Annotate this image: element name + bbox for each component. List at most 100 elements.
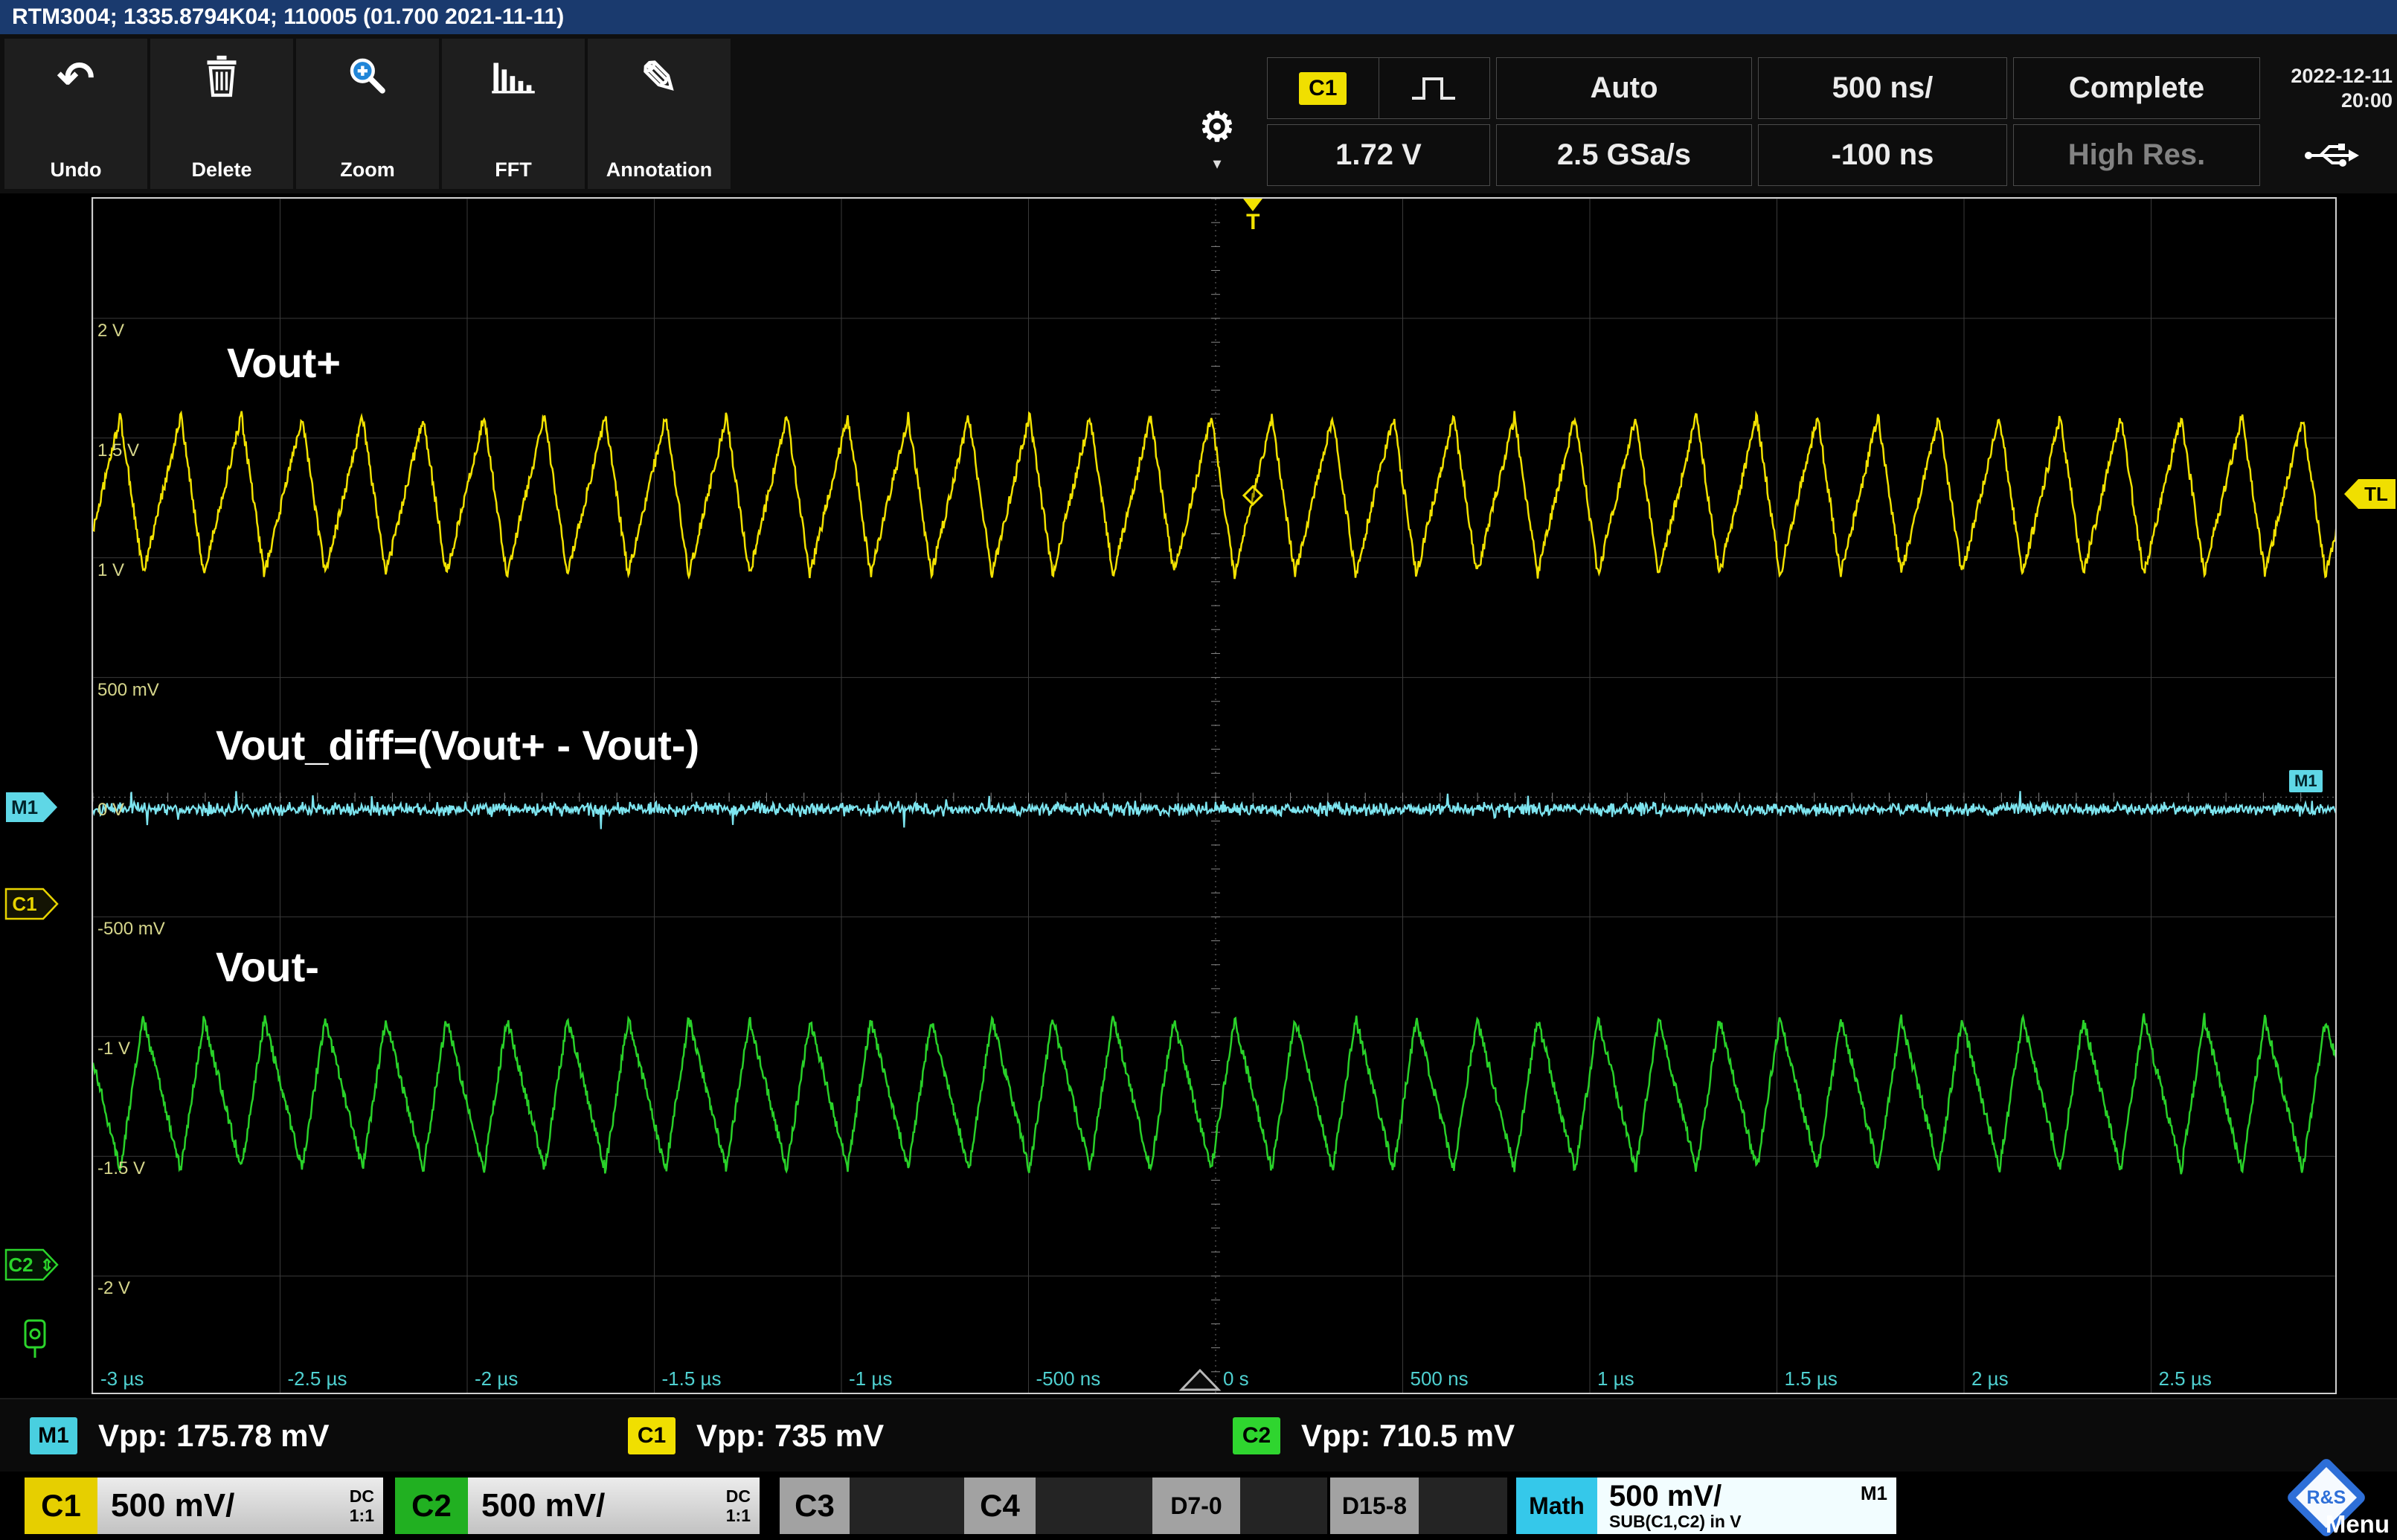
measurement-bar: M1 Vpp: 175.78 mV C1 Vpp: 735 mV C2 Vpp:… (0, 1398, 2397, 1472)
c1-marker-tag[interactable]: C1 (4, 887, 60, 921)
y-axis-label: 2 V (97, 321, 124, 341)
annotation-button[interactable]: ✎ Annotation (588, 39, 731, 189)
trigger-time-reference-icon[interactable] (1179, 1368, 1221, 1392)
c2-trace-vout-minus (93, 1013, 2337, 1175)
x-axis-label: -2.5 µs (288, 1367, 347, 1390)
acquisition-state-cell[interactable]: Complete (2013, 57, 2260, 119)
c1-measurement-value: Vpp: 735 mV (696, 1417, 884, 1454)
datetime-display: 2022-12-11 20:00 (2266, 57, 2397, 119)
fft-button[interactable]: FFT (442, 39, 585, 189)
trigger-symbol: T (1239, 211, 1266, 234)
channel-c1-button[interactable]: C1 (25, 1478, 97, 1534)
x-axis-label: -500 ns (1036, 1367, 1101, 1390)
digital-d7-0-settings[interactable] (1240, 1478, 1327, 1534)
svg-text:TL: TL (2364, 483, 2388, 505)
trigger-position-marker[interactable]: T (1239, 199, 1266, 234)
waveform-plot (93, 199, 2337, 1394)
math-settings[interactable]: 500 mV/ SUB(C1,C2) in V M1 (1597, 1478, 1896, 1534)
title-bar: RTM3004; 1335.8794K04; 110005 (01.700 20… (0, 0, 2397, 34)
channel-bar: C1 500 mV/ DC 1:1 C2 500 mV/ DC 1:1 C3 C… (0, 1472, 2397, 1540)
menu-button[interactable]: Menu (2326, 1510, 2390, 1539)
svg-text:M1: M1 (11, 796, 38, 818)
gear-icon: ⚙ (1199, 105, 1235, 150)
c1-probe-ratio: 1:1 (350, 1506, 374, 1525)
time-text: 20:00 (2341, 89, 2393, 112)
svg-text:C2: C2 (8, 1254, 33, 1276)
delete-label: Delete (191, 158, 251, 182)
math-ref-label: M1 (1861, 1482, 1887, 1505)
c2-marker-tag[interactable]: C2 ⇕ (4, 1248, 60, 1282)
rs-logo-text: R&S (2307, 1486, 2346, 1508)
x-axis-label: 1 µs (1597, 1367, 1634, 1390)
trigger-level-cell[interactable]: 1.72 V (1267, 124, 1490, 186)
delete-button[interactable]: Delete (150, 39, 293, 189)
fft-label: FFT (495, 158, 531, 182)
channel-c2-settings[interactable]: 500 mV/ DC 1:1 (468, 1478, 760, 1534)
svg-text:⇕: ⇕ (40, 1256, 54, 1274)
m1-measurement-badge[interactable]: M1 (30, 1417, 77, 1454)
trigger-source-cell[interactable]: C1 (1267, 57, 1490, 119)
y-axis-label: -1.5 V (97, 1158, 145, 1179)
timebase-cell[interactable]: 500 ns/ (1758, 57, 2007, 119)
y-axis-label: -500 mV (97, 919, 165, 940)
math-button[interactable]: Math (1516, 1478, 1597, 1534)
math-expression: SUB(C1,C2) in V (1609, 1512, 1742, 1532)
m1-trace-label: M1 (2289, 770, 2323, 792)
annotation-vout-plus[interactable]: Vout+ (227, 339, 341, 387)
y-axis-label: 500 mV (97, 680, 159, 701)
x-axis-label: 0 s (1223, 1367, 1249, 1390)
trigger-source-half[interactable]: C1 (1268, 58, 1379, 118)
c2-probe-icon[interactable] (21, 1318, 51, 1361)
usb-cell (2266, 124, 2397, 186)
c1-coupling: DC (350, 1486, 374, 1506)
y-axis-label: -2 V (97, 1278, 130, 1299)
trigger-slope-icon (1408, 72, 1461, 105)
fft-icon (490, 54, 536, 95)
trigger-source-badge[interactable]: C1 (1299, 72, 1347, 105)
channel-c3-button[interactable]: C3 (780, 1478, 850, 1534)
digital-d7-0-button[interactable]: D7-0 (1152, 1478, 1240, 1534)
device-id-text: RTM3004; 1335.8794K04; 110005 (01.700 20… (12, 4, 564, 30)
trash-icon (202, 54, 241, 100)
date-text: 2022-12-11 (2291, 64, 2393, 88)
trigger-slope-half[interactable] (1379, 58, 1490, 118)
c1-trace-vout-plus (93, 411, 2337, 580)
decimation-cell[interactable]: High Res. (2013, 124, 2260, 186)
x-axis-label: -1 µs (849, 1367, 892, 1390)
y-axis-label: -1 V (97, 1039, 130, 1059)
x-axis-label: 1.5 µs (1785, 1367, 1838, 1390)
y-axis-label: 1.5 V (97, 440, 139, 461)
graticule (93, 199, 2337, 1394)
channel-c4-settings[interactable] (1036, 1478, 1153, 1534)
trigger-level-tag[interactable]: TL (2342, 477, 2397, 511)
undo-label: Undo (51, 158, 102, 182)
trigger-mode-cell[interactable]: Auto (1496, 57, 1752, 119)
c2-probe-ratio: 1:1 (726, 1506, 751, 1525)
undo-button[interactable]: ↶ Undo (4, 39, 147, 189)
settings-button[interactable]: ⚙ ▾ (1190, 106, 1244, 173)
c2-scale: 500 mV/ (481, 1487, 605, 1524)
zoom-button[interactable]: Zoom (296, 39, 439, 189)
digital-d15-8-settings[interactable] (1419, 1478, 1507, 1534)
c1-measurement-badge[interactable]: C1 (628, 1417, 676, 1454)
m1-marker-tag[interactable]: M1 (4, 790, 60, 824)
c1-scale: 500 mV/ (111, 1487, 234, 1524)
sample-rate-cell[interactable]: 2.5 GSa/s (1496, 124, 1752, 186)
x-axis-label: -1.5 µs (662, 1367, 722, 1390)
annotation-vout-minus[interactable]: Vout- (216, 943, 319, 991)
channel-c2-button[interactable]: C2 (395, 1478, 468, 1534)
y-axis-label: 0 V (97, 800, 124, 821)
horizontal-position-cell[interactable]: -100 ns (1758, 124, 2007, 186)
zoom-icon (344, 54, 391, 100)
channel-c1-settings[interactable]: 500 mV/ DC 1:1 (97, 1478, 383, 1534)
digital-d15-8-button[interactable]: D15-8 (1330, 1478, 1419, 1534)
status-grid: C1 Auto 500 ns/ Complete 2022-12-11 20:0… (1267, 57, 2397, 186)
x-axis-label: 2.5 µs (2159, 1367, 2212, 1390)
channel-c4-button[interactable]: C4 (964, 1478, 1036, 1534)
c2-measurement-badge[interactable]: C2 (1233, 1417, 1280, 1454)
oscilloscope-screen[interactable]: 2 V1.5 V1 V500 mV0 V-500 mV-1 V-1.5 V-2 … (92, 197, 2337, 1394)
x-axis-label: 2 µs (1971, 1367, 2009, 1390)
channel-c3-settings[interactable] (850, 1478, 964, 1534)
annotation-vout-diff[interactable]: Vout_diff=(Vout+ - Vout-) (216, 721, 699, 769)
undo-icon: ↶ (57, 54, 94, 103)
